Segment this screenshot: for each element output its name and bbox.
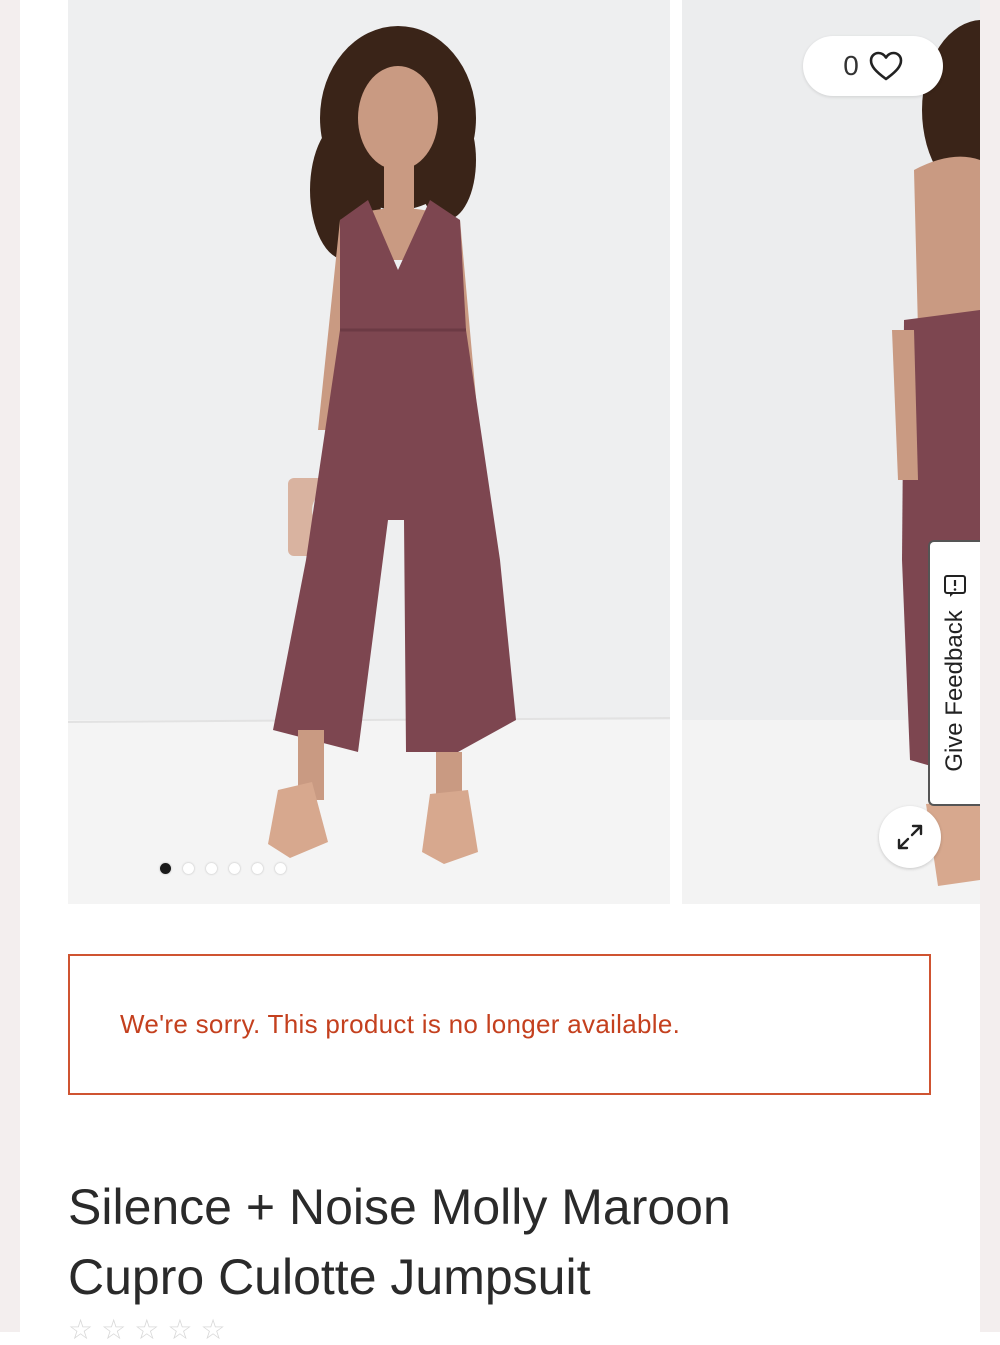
product-title-line-2: Cupro Culotte Jumpsuit bbox=[68, 1249, 591, 1305]
feedback-icon bbox=[944, 575, 966, 598]
give-feedback-label: Give Feedback bbox=[941, 610, 968, 772]
star-icon: ☆ bbox=[134, 1314, 160, 1345]
star-icon: ☆ bbox=[200, 1314, 226, 1345]
carousel-dot-4[interactable] bbox=[229, 863, 240, 874]
product-image-carousel[interactable] bbox=[68, 0, 980, 904]
product-title-line-1: Silence + Noise Molly Maroon bbox=[68, 1179, 731, 1235]
product-image-front[interactable] bbox=[68, 0, 670, 904]
carousel-dot-1[interactable] bbox=[160, 863, 171, 874]
heart-icon bbox=[869, 51, 903, 81]
give-feedback-tab[interactable]: Give Feedback bbox=[928, 540, 980, 806]
carousel-dot-6[interactable] bbox=[275, 863, 286, 874]
carousel-pagination bbox=[160, 863, 286, 874]
carousel-dot-3[interactable] bbox=[206, 863, 217, 874]
carousel-dot-5[interactable] bbox=[252, 863, 263, 874]
star-icon: ☆ bbox=[68, 1314, 94, 1345]
favorite-count: 0 bbox=[843, 50, 859, 81]
product-photo-front bbox=[68, 0, 670, 904]
star-icon: ☆ bbox=[101, 1314, 127, 1345]
page-edge-left bbox=[0, 0, 20, 1332]
product-title: Silence + Noise Molly Maroon Cupro Culot… bbox=[68, 1172, 928, 1312]
page-edge-right bbox=[980, 0, 1000, 1332]
favorite-button[interactable]: 0 bbox=[803, 36, 943, 96]
product-rating[interactable]: ☆ ☆ ☆ ☆ ☆ bbox=[68, 1316, 226, 1344]
expand-image-button[interactable] bbox=[879, 806, 941, 868]
star-icon: ☆ bbox=[167, 1314, 193, 1345]
unavailable-message: We're sorry. This product is no longer a… bbox=[120, 1009, 681, 1039]
carousel-dot-2[interactable] bbox=[183, 863, 194, 874]
expand-icon bbox=[897, 824, 923, 850]
unavailable-notice: We're sorry. This product is no longer a… bbox=[68, 954, 931, 1095]
